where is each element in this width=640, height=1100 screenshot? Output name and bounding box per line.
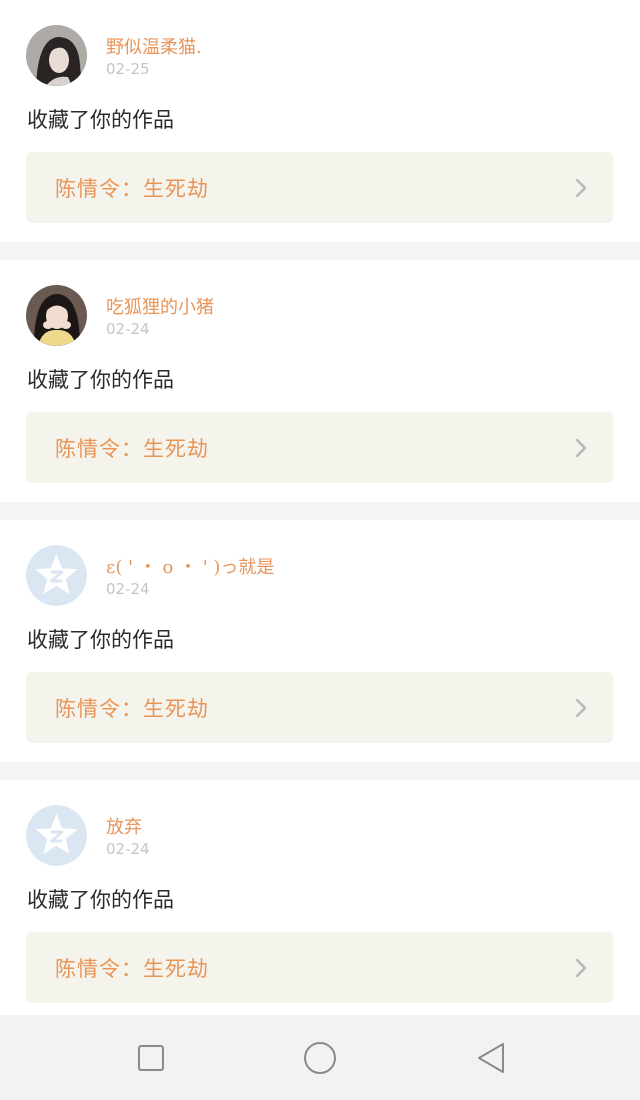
username[interactable]: 吃狐狸的小猪: [106, 293, 214, 319]
timestamp: 02-24: [106, 320, 150, 338]
avatar-photo: [26, 285, 87, 346]
avatar[interactable]: [26, 545, 87, 606]
chevron-right-icon: [575, 698, 587, 718]
back-button[interactable]: [470, 1039, 510, 1079]
chevron-right-icon: [575, 438, 587, 458]
timestamp: 02-25: [106, 60, 150, 78]
square-icon: [138, 1045, 164, 1071]
notification-card: 放弃 02-24 收藏了你的作品 陈情令：生死劫: [0, 780, 640, 1022]
action-text: 收藏了你的作品: [27, 888, 174, 912]
work-link[interactable]: 陈情令：生死劫: [26, 672, 613, 743]
chevron-right-icon: [575, 958, 587, 978]
chevron-right-icon: [575, 178, 587, 198]
work-link[interactable]: 陈情令：生死劫: [26, 932, 613, 1003]
action-text: 收藏了你的作品: [27, 368, 174, 392]
notification-card: ε( ' ・ o ・ ' )っ就是 02-24 收藏了你的作品 陈情令：生死劫: [0, 520, 640, 762]
recent-apps-button[interactable]: [131, 1039, 171, 1079]
triangle-back-icon: [478, 1043, 504, 1073]
username[interactable]: 野似温柔猫.: [106, 33, 202, 59]
notification-feed: 野似温柔猫. 02-25 收藏了你的作品 陈情令：生死劫 吃狐狸的小猪 02-2…: [0, 0, 640, 1040]
timestamp: 02-24: [106, 580, 150, 598]
timestamp: 02-24: [106, 840, 150, 858]
action-text: 收藏了你的作品: [27, 628, 174, 652]
home-button[interactable]: [300, 1039, 340, 1079]
default-star-avatar-icon: [26, 545, 87, 606]
work-title: 陈情令：生死劫: [55, 177, 209, 201]
avatar-photo: [26, 25, 87, 86]
avatar[interactable]: [26, 285, 87, 346]
username[interactable]: 放弃: [106, 813, 142, 839]
work-title: 陈情令：生死劫: [55, 957, 209, 981]
work-title: 陈情令：生死劫: [55, 437, 209, 461]
work-link[interactable]: 陈情令：生死劫: [26, 412, 613, 483]
action-text: 收藏了你的作品: [27, 108, 174, 132]
avatar[interactable]: [26, 25, 87, 86]
notification-card: 野似温柔猫. 02-25 收藏了你的作品 陈情令：生死劫: [0, 0, 640, 242]
username[interactable]: ε( ' ・ o ・ ' )っ就是: [106, 553, 274, 579]
circle-icon: [304, 1042, 336, 1074]
notification-card: 吃狐狸的小猪 02-24 收藏了你的作品 陈情令：生死劫: [0, 260, 640, 502]
work-link[interactable]: 陈情令：生死劫: [26, 152, 613, 223]
system-navigation-bar: [0, 1015, 640, 1100]
avatar[interactable]: [26, 805, 87, 866]
work-title: 陈情令：生死劫: [55, 697, 209, 721]
default-star-avatar-icon: [26, 805, 87, 866]
